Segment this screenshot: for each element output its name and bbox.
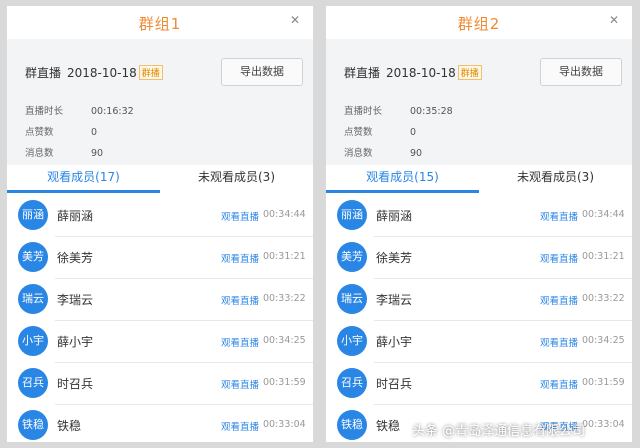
watch-duration: 00:34:25 [263, 335, 306, 346]
watch-duration: 00:33:04 [582, 419, 625, 430]
watch-duration: 00:31:59 [263, 377, 306, 388]
watch-live-link[interactable]: 观看直播 [540, 377, 578, 391]
live-badge: 群播 [457, 65, 482, 80]
member-name: 薛丽涵 [376, 209, 413, 223]
group-panel-1: 群组1 ✕ 群直播 2018-10-18 群播 导出数据 直播时长 00:16:32 … [7, 6, 313, 442]
stat-messages: 消息数 90 [25, 148, 104, 159]
watch-duration: 00:33:22 [263, 293, 306, 304]
live-badge: 群播 [138, 65, 163, 80]
panel-header: 群组2 ✕ [326, 6, 632, 39]
list-item[interactable]: 丽涵 薛丽涵 观看直播 00:34:44 [7, 195, 313, 237]
watch-live-link[interactable]: 观看直播 [221, 419, 259, 433]
list-item[interactable]: 铁稳 铁稳 观看直播 00:33:04 [7, 405, 313, 442]
live-row: 群直播 2018-10-18 群播 [344, 64, 482, 81]
member-name: 薛小宇 [376, 335, 413, 349]
member-name: 徐美芳 [57, 251, 94, 265]
watch-live-link[interactable]: 观看直播 [540, 293, 578, 307]
tab-indicator [326, 190, 479, 193]
watch-duration: 00:34:44 [582, 209, 625, 220]
watch-live-link[interactable]: 观看直播 [221, 251, 259, 265]
stat-duration: 直播时长 00:35:28 [344, 106, 453, 117]
avatar: 小宇 [337, 326, 367, 356]
watch-live-link[interactable]: 观看直播 [221, 335, 259, 349]
member-name: 时召兵 [376, 377, 413, 391]
watermark: 头条 @青岛泽通信息有限公司 [412, 424, 586, 439]
member-name: 李瑞云 [376, 293, 413, 307]
group-panel-2: 群组2 ✕ 群直播 2018-10-18 群播 导出数据 直播时长 00:35:28 … [326, 6, 632, 442]
live-date: 2018-10-18 [386, 66, 456, 80]
watch-live-link[interactable]: 观看直播 [540, 251, 578, 265]
watch-duration: 00:34:25 [582, 335, 625, 346]
watch-live-link[interactable]: 观看直播 [221, 377, 259, 391]
export-data-button[interactable]: 导出数据 [540, 58, 622, 86]
panel-title: 群组1 [138, 15, 182, 33]
tab-not-watched[interactable]: 未观看成员(3) [160, 165, 313, 193]
live-info: 群直播 2018-10-18 群播 导出数据 直播时长 00:16:32 点赞数 0 消… [7, 39, 313, 165]
panel-header: 群组1 ✕ [7, 6, 313, 39]
member-name: 铁稳 [57, 419, 82, 433]
list-item[interactable]: 召兵 时召兵 观看直播 00:31:59 [7, 363, 313, 405]
member-tabs: 观看成员(17) 未观看成员(3) [7, 165, 313, 193]
avatar: 铁稳 [18, 410, 48, 440]
avatar: 铁稳 [337, 410, 367, 440]
list-item[interactable]: 召兵 时召兵 观看直播 00:31:59 [326, 363, 632, 405]
list-item[interactable]: 丽涵 薛丽涵 观看直播 00:34:44 [326, 195, 632, 237]
live-row: 群直播 2018-10-18 群播 [25, 64, 163, 81]
tab-watched[interactable]: 观看成员(17) [7, 165, 160, 193]
panel-title: 群组2 [457, 15, 501, 33]
live-info: 群直播 2018-10-18 群播 导出数据 直播时长 00:35:28 点赞数 0 消… [326, 39, 632, 165]
list-item[interactable]: 小宇 薛小宇 观看直播 00:34:25 [7, 321, 313, 363]
stat-duration: 直播时长 00:16:32 [25, 106, 134, 117]
watch-live-link[interactable]: 观看直播 [221, 293, 259, 307]
list-item[interactable]: 瑞云 李瑞云 观看直播 00:33:22 [326, 279, 632, 321]
list-item[interactable]: 小宇 薛小宇 观看直播 00:34:25 [326, 321, 632, 363]
live-label: 群直播 [344, 66, 381, 80]
watch-duration: 00:31:21 [263, 251, 306, 262]
tab-watched[interactable]: 观看成员(15) [326, 165, 479, 193]
watch-live-link[interactable]: 观看直播 [540, 335, 578, 349]
avatar: 丽涵 [18, 200, 48, 230]
member-name: 李瑞云 [57, 293, 94, 307]
watch-duration: 00:33:04 [263, 419, 306, 430]
member-name: 徐美芳 [376, 251, 413, 265]
avatar: 瑞云 [18, 284, 48, 314]
stat-messages: 消息数 90 [344, 148, 423, 159]
list-item[interactable]: 美芳 徐美芳 观看直播 00:31:21 [326, 237, 632, 279]
stat-likes: 点赞数 0 [25, 127, 98, 138]
list-item[interactable]: 瑞云 李瑞云 观看直播 00:33:22 [7, 279, 313, 321]
avatar: 召兵 [337, 368, 367, 398]
close-icon[interactable]: ✕ [290, 13, 300, 27]
watch-duration: 00:31:21 [582, 251, 625, 262]
avatar: 小宇 [18, 326, 48, 356]
member-name: 铁稳 [376, 419, 401, 433]
avatar: 美芳 [18, 242, 48, 272]
avatar: 美芳 [337, 242, 367, 272]
list-item[interactable]: 美芳 徐美芳 观看直播 00:31:21 [7, 237, 313, 279]
member-name: 薛丽涵 [57, 209, 94, 223]
tab-not-watched[interactable]: 未观看成员(3) [479, 165, 632, 193]
avatar: 召兵 [18, 368, 48, 398]
member-tabs: 观看成员(15) 未观看成员(3) [326, 165, 632, 193]
avatar: 瑞云 [337, 284, 367, 314]
member-name: 薛小宇 [57, 335, 94, 349]
export-data-button[interactable]: 导出数据 [221, 58, 303, 86]
tab-indicator [7, 190, 160, 193]
close-icon[interactable]: ✕ [609, 13, 619, 27]
avatar: 丽涵 [337, 200, 367, 230]
watch-duration: 00:33:22 [582, 293, 625, 304]
watch-live-link[interactable]: 观看直播 [221, 209, 259, 223]
stat-likes: 点赞数 0 [344, 127, 417, 138]
live-label: 群直播 [25, 66, 62, 80]
watch-duration: 00:31:59 [582, 377, 625, 388]
watch-live-link[interactable]: 观看直播 [540, 209, 578, 223]
member-name: 时召兵 [57, 377, 94, 391]
watch-duration: 00:34:44 [263, 209, 306, 220]
live-date: 2018-10-18 [67, 66, 137, 80]
